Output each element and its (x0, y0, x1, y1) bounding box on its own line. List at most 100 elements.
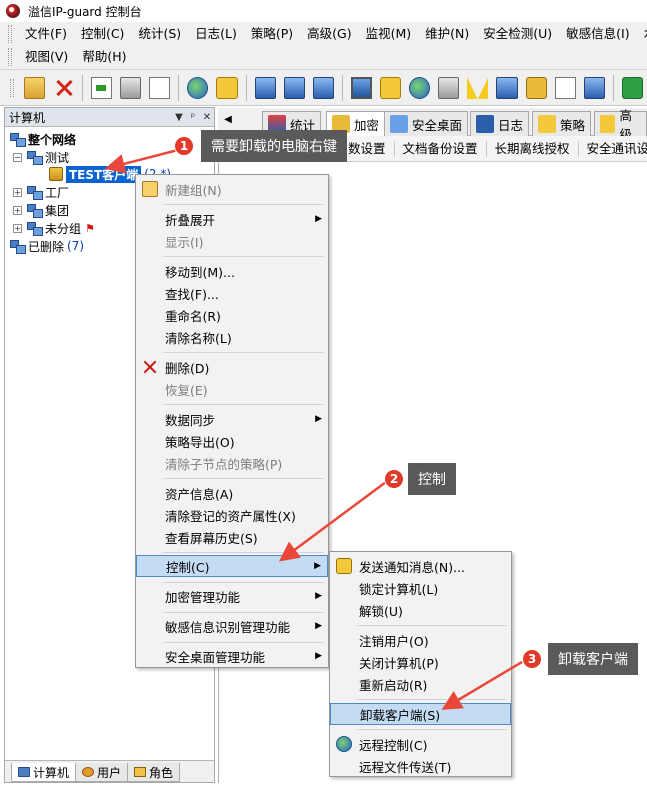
tab-advanced[interactable]: 高级 (594, 108, 647, 142)
tree-node-whole-network[interactable]: 整个网络 (9, 130, 76, 148)
menu-collapse-expand[interactable]: 折叠展开 ▶ (136, 208, 328, 230)
subtab-doc-backup[interactable]: 文档备份设置 (395, 140, 487, 157)
menu-show[interactable]: 显示(I) (136, 230, 328, 252)
menu-help[interactable]: 帮助(H) (75, 47, 133, 67)
menu-watermark[interactable]: 水印 (637, 24, 647, 44)
menu-delete[interactable]: 删除(D) (136, 356, 328, 378)
tree-node-ungrouped[interactable]: + 未分组 ⚑ (13, 219, 95, 237)
menu-label: 资产信息(A) (165, 486, 234, 502)
menu-clear-asset-attr[interactable]: 清除登记的资产属性(X) (136, 504, 328, 526)
menu-rename[interactable]: 重命名(R) (136, 304, 328, 326)
menu-find[interactable]: 查找(F)... (136, 282, 328, 304)
tab-policy[interactable]: 策略 (532, 111, 592, 136)
tree-node-factory[interactable]: + 工厂 (13, 183, 69, 201)
warning-icon[interactable] (467, 76, 489, 99)
menu-maintain[interactable]: 维护(N) (418, 24, 476, 44)
phone-icon[interactable] (583, 76, 605, 99)
edit-window-icon[interactable] (312, 76, 334, 99)
sync-icon[interactable] (621, 76, 644, 99)
computer-icon[interactable] (350, 76, 373, 99)
menu-security-check[interactable]: 安全检测(U) (476, 24, 559, 44)
book-icon[interactable] (496, 76, 518, 99)
menu-sensitive-info[interactable]: 敏感信息(I) (559, 24, 636, 44)
menu-restore[interactable]: 恢复(E) (136, 378, 328, 400)
menu-file[interactable]: 文件(F) (18, 24, 74, 44)
menu-label: 删除(D) (165, 360, 210, 376)
tab-roles[interactable]: 角色 (127, 763, 181, 782)
new-group-icon[interactable] (23, 76, 46, 99)
menu-separator (357, 699, 507, 700)
menu-remote-file-transfer[interactable]: 远程文件传送(T) (330, 755, 511, 777)
menu-row-1: 文件(F) 控制(C) 统计(S) 日志(L) 策略(P) 高级(G) 监视(M… (8, 23, 647, 45)
menu-send-notice[interactable]: 发送通知消息(N)... (330, 555, 511, 577)
menu-uninstall-client[interactable]: 卸载客户端(S) (330, 703, 511, 725)
close-icon[interactable]: ✕ (200, 112, 214, 123)
tab-users[interactable]: 用户 (75, 763, 129, 782)
tab-label: 角色 (149, 765, 174, 780)
tab-scroll-left-icon[interactable]: ◀ (220, 114, 236, 125)
import-icon[interactable] (91, 76, 113, 99)
tree-node-deleted[interactable]: 已删除 (7) (9, 237, 84, 255)
network-icon[interactable] (409, 76, 431, 99)
collapse-icon[interactable]: − (13, 152, 22, 162)
report-icon[interactable] (380, 76, 402, 99)
menu-remote-control[interactable]: 远程控制(C) (330, 733, 511, 755)
menu-policy-export[interactable]: 策略导出(O) (136, 430, 328, 452)
print-preview-icon[interactable] (149, 76, 171, 99)
grip-handle[interactable] (8, 48, 12, 66)
copy-icon[interactable] (254, 76, 276, 99)
menu-clear-name[interactable]: 清除名称(L) (136, 326, 328, 348)
menu-view[interactable]: 视图(V) (18, 47, 75, 67)
menu-new-group[interactable]: 新建组(N) (136, 178, 328, 200)
menu-screen-history[interactable]: 查看屏幕历史(S) (136, 526, 328, 548)
window-title: 溢信IP-guard 控制台 (28, 4, 142, 19)
menu-advanced[interactable]: 高级(G) (300, 24, 358, 44)
tree-node-group[interactable]: + 集团 (13, 201, 69, 219)
menu-restart[interactable]: 重新启动(R) (330, 673, 511, 695)
menu-label: 恢复(E) (165, 382, 208, 398)
group-icon (26, 221, 43, 236)
search-window-icon[interactable] (283, 76, 305, 99)
lock-icon[interactable] (525, 76, 547, 99)
subtab-offline-auth[interactable]: 长期离线授权 (487, 140, 579, 157)
menu-label: 控制(C) (166, 559, 210, 575)
document-edit-icon[interactable] (554, 76, 576, 99)
tab-computers[interactable]: 计算机 (11, 763, 77, 782)
menu-clear-child-policy[interactable]: 清除子节点的策略(P) (136, 452, 328, 474)
expand-icon[interactable]: + (13, 205, 22, 215)
tree-node-test[interactable]: − 测试 (13, 148, 69, 166)
device-icon[interactable] (438, 76, 460, 99)
menu-control[interactable]: 控制(C) ▶ (136, 555, 328, 577)
menu-statistics[interactable]: 统计(S) (131, 24, 188, 44)
pin-icon[interactable]: ᵖ (186, 112, 200, 123)
menu-asset-info[interactable]: 资产信息(A) (136, 482, 328, 504)
callout-3: 卸载客户端 (548, 643, 638, 675)
menu-monitor[interactable]: 监视(M) (359, 24, 419, 44)
menu-label: 移动到(M)... (165, 264, 235, 280)
menu-lock-computer[interactable]: 锁定计算机(L) (330, 577, 511, 599)
menu-control[interactable]: 控制(C) (74, 24, 131, 44)
print-icon[interactable] (120, 76, 142, 99)
menu-move-to[interactable]: 移动到(M)... (136, 260, 328, 282)
delete-icon[interactable] (53, 77, 74, 99)
tab-secure-desktop[interactable]: 安全桌面 (384, 111, 469, 136)
menu-shutdown[interactable]: 关闭计算机(P) (330, 651, 511, 673)
subtab-secure-comm[interactable]: 安全通讯设 (579, 141, 647, 157)
menu-unlock[interactable]: 解锁(U) (330, 599, 511, 621)
menu-policy[interactable]: 策略(P) (244, 24, 300, 44)
message-icon[interactable] (216, 76, 238, 99)
grip-handle[interactable] (8, 25, 12, 43)
refresh-globe-icon[interactable] (187, 76, 209, 99)
expand-icon[interactable]: + (13, 187, 22, 197)
dropdown-icon[interactable]: ▼ (172, 112, 186, 123)
menu-encryption-mgmt[interactable]: 加密管理功能 ▶ (136, 585, 328, 607)
menu-logoff-user[interactable]: 注销用户(O) (330, 629, 511, 651)
menu-sensitive-mgmt[interactable]: 敏感信息识别管理功能 ▶ (136, 615, 328, 637)
grip-handle[interactable] (10, 78, 14, 97)
callout-text: 控制 (418, 472, 446, 488)
menu-data-sync[interactable]: 数据同步 ▶ (136, 408, 328, 430)
menu-secure-desktop-mgmt[interactable]: 安全桌面管理功能 ▶ (136, 645, 328, 667)
menu-log[interactable]: 日志(L) (188, 24, 244, 44)
tab-log[interactable]: 日志 (470, 111, 530, 136)
expand-icon[interactable]: + (13, 223, 22, 233)
